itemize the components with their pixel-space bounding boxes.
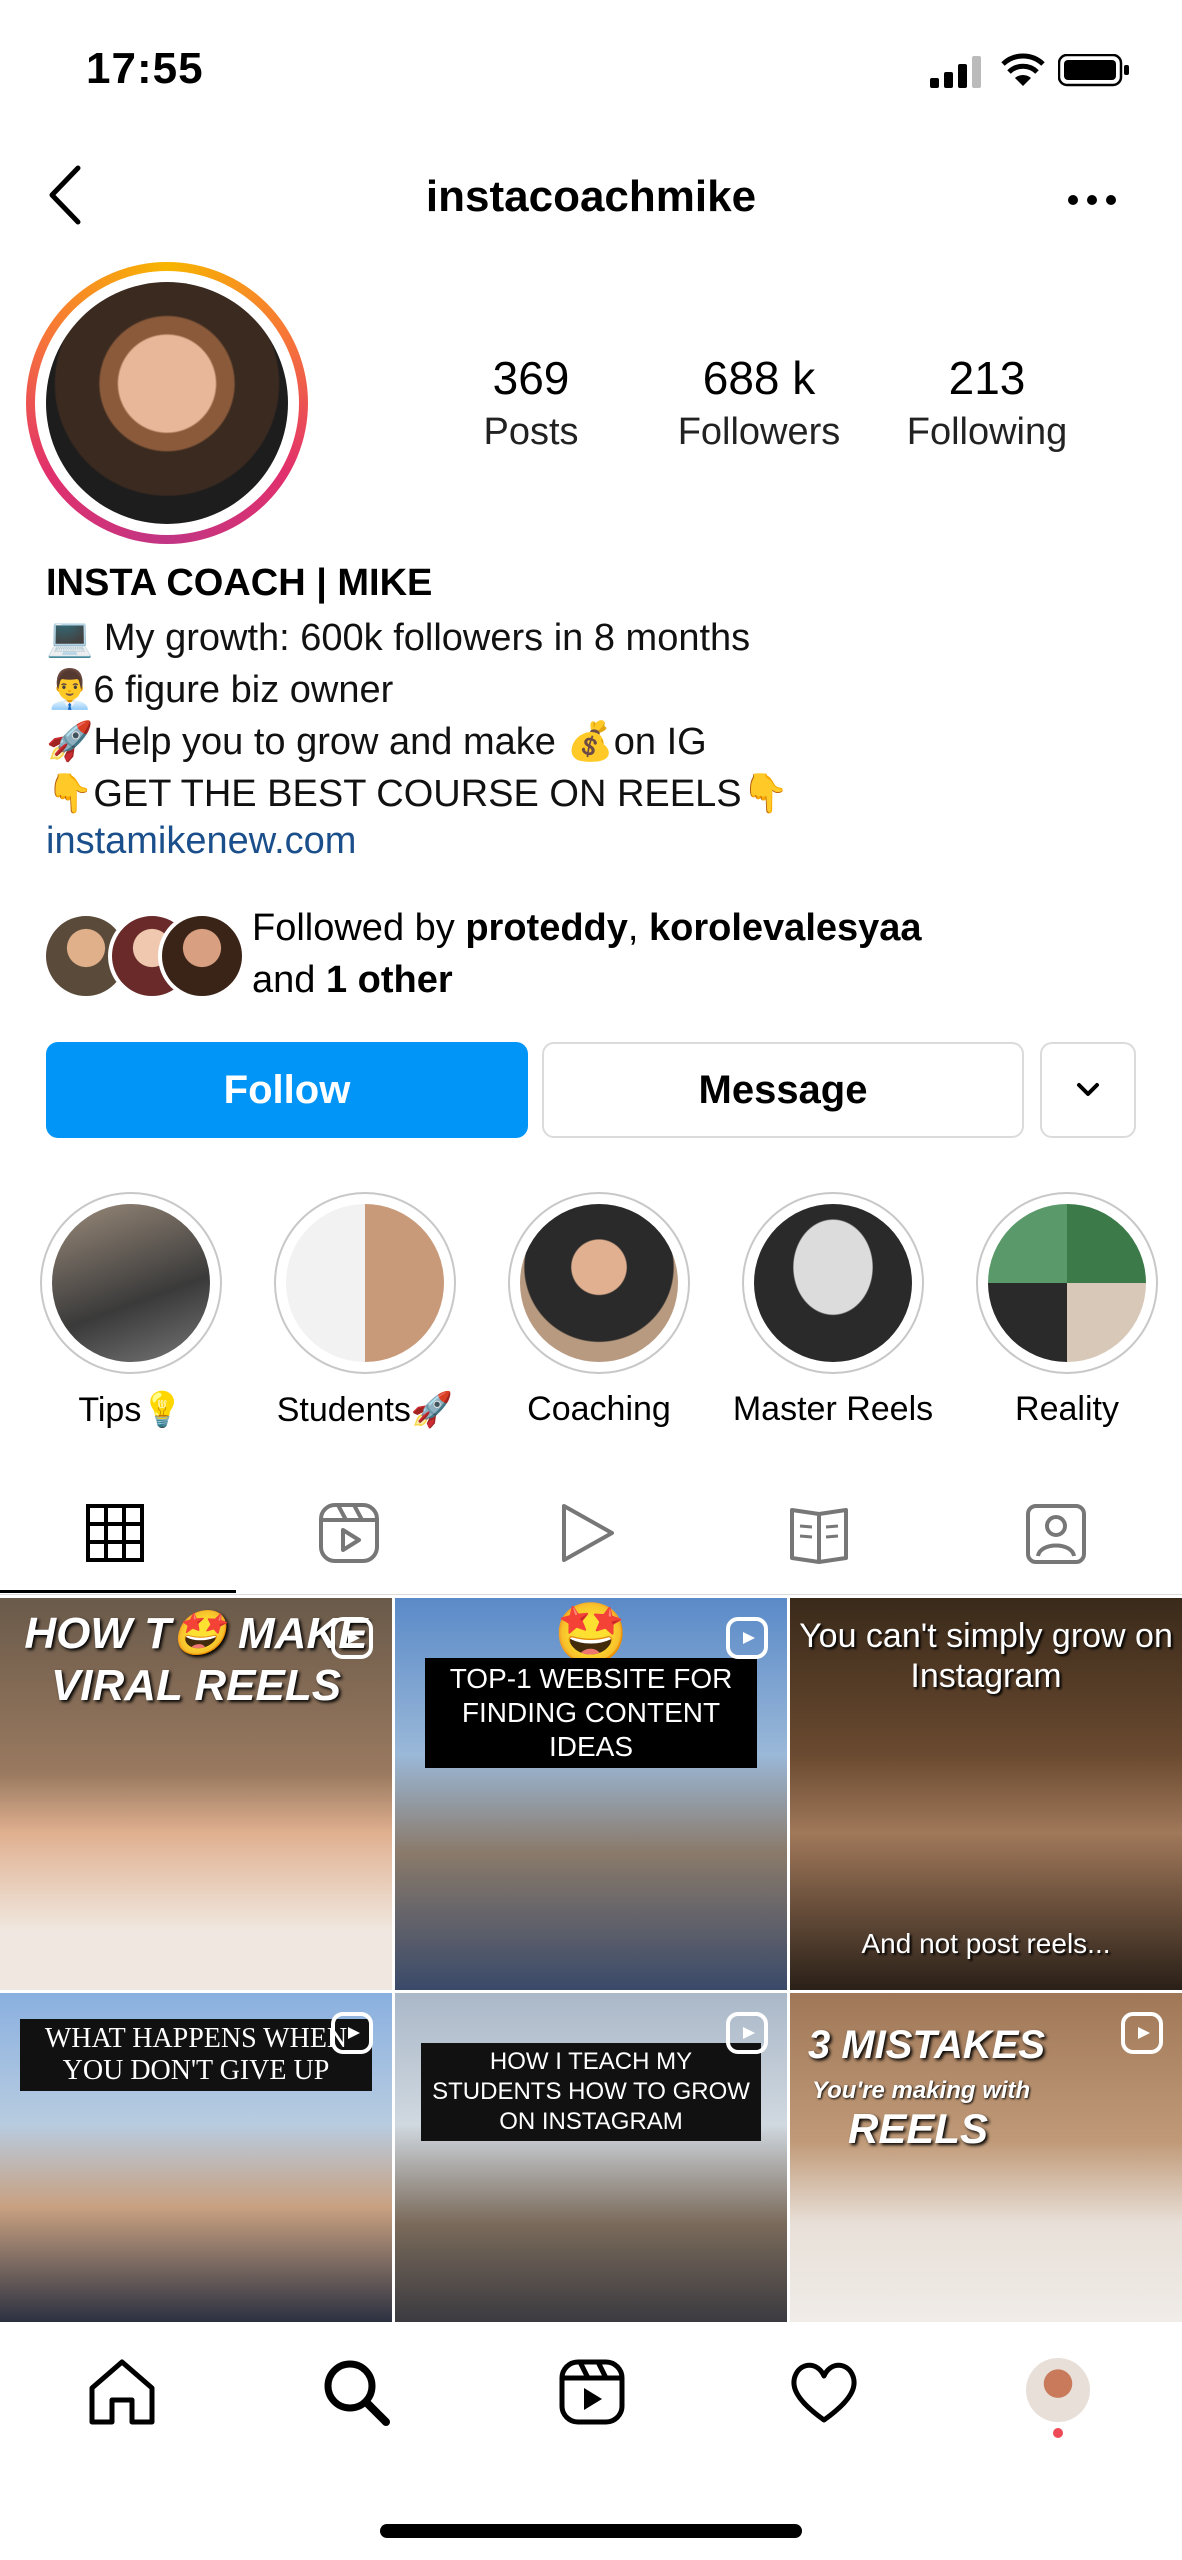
status-time: 17:55 xyxy=(86,44,204,93)
stat-value: 369 xyxy=(492,352,570,404)
nav-reels[interactable] xyxy=(554,2354,630,2430)
search-icon xyxy=(324,2360,390,2426)
post-tile[interactable]: HOW T🤩 MAKE VIRAL REELS xyxy=(0,1598,392,1990)
highlight-reality[interactable]: Reality xyxy=(974,1192,1160,1429)
nav-home[interactable] xyxy=(84,2354,160,2430)
bio-line: 🚀Help you to grow and make 💰on IG xyxy=(46,721,707,763)
followed-user[interactable]: proteddy xyxy=(465,907,628,949)
stat-label: Posts xyxy=(483,411,579,453)
reels-icon xyxy=(319,1503,379,1563)
stat-label: Following xyxy=(906,411,1068,453)
wifi-icon xyxy=(1001,53,1045,86)
stat-label: Followers xyxy=(677,411,841,453)
nav-profile[interactable] xyxy=(1020,2354,1096,2438)
tab-reels[interactable] xyxy=(316,1500,386,1566)
message-button[interactable]: Message xyxy=(542,1042,1024,1138)
highlight-cover xyxy=(988,1204,1146,1362)
post-tile[interactable]: 🤩 TOP-1 WEBSITE FOR FINDING CONTENT IDEA… xyxy=(395,1598,787,1990)
more-options-button[interactable] xyxy=(1060,178,1130,218)
highlight-cover xyxy=(286,1204,444,1362)
post-tile[interactable]: You can't simply grow on Instagram And n… xyxy=(790,1598,1182,1990)
highlight-label: Students🚀 xyxy=(276,1391,454,1429)
home-icon xyxy=(89,2359,155,2425)
highlight-label: Reality xyxy=(1015,1390,1119,1428)
tab-tagged[interactable] xyxy=(1022,1500,1092,1566)
tagged-icon xyxy=(1026,1504,1086,1564)
tab-videos[interactable] xyxy=(552,1500,622,1566)
battery-icon xyxy=(1058,54,1129,87)
guide-icon xyxy=(790,1508,848,1564)
post-tile[interactable]: HOW I TEACH MY STUDENTS HOW TO GROW ON I… xyxy=(395,1993,787,2323)
active-tab-indicator xyxy=(0,1590,236,1593)
page-title: instacoachmike xyxy=(425,172,757,221)
reel-badge-icon xyxy=(331,2012,373,2054)
separator: , xyxy=(627,907,650,949)
highlight-cover xyxy=(520,1204,678,1362)
post-caption-top: You can't simply grow on Instagram xyxy=(799,1617,1173,1695)
stat-value: 688 k xyxy=(702,352,816,404)
stat-followers[interactable]: 688 k Followers xyxy=(649,350,869,458)
followed-prefix: Followed by xyxy=(252,907,466,949)
nav-activity[interactable] xyxy=(786,2354,862,2430)
tab-divider xyxy=(0,1594,1182,1595)
follower-avatar[interactable] xyxy=(158,912,246,1000)
bio-line: 💻 My growth: 600k followers in 8 months xyxy=(46,617,751,659)
followed-other[interactable]: 1 other xyxy=(326,959,453,1001)
stat-value: 213 xyxy=(948,352,1026,404)
post-caption: TOP-1 WEBSITE FOR FINDING CONTENT IDEAS xyxy=(425,1658,757,1768)
followed-by-text[interactable]: Followed by proteddy, korolevalesyaa and… xyxy=(252,902,1152,1006)
more-horizontal-icon xyxy=(1068,195,1116,205)
bio-link[interactable]: instamikenew.com xyxy=(46,820,356,863)
post-caption-top: 3 MISTAKES xyxy=(808,2023,1046,2067)
grid-icon xyxy=(86,1504,144,1562)
highlight-label: Master Reels xyxy=(732,1390,934,1428)
play-icon xyxy=(562,1504,614,1562)
follow-button[interactable]: Follow xyxy=(46,1042,528,1138)
tab-guides[interactable] xyxy=(786,1500,856,1566)
highlight-coaching[interactable]: Coaching xyxy=(506,1192,692,1429)
highlight-tips[interactable]: Tips💡 xyxy=(38,1192,224,1430)
bio-line: 👇GET THE BEST COURSE ON REELS👇 xyxy=(46,773,789,815)
reel-badge-icon xyxy=(331,1617,373,1659)
bio-name: INSTA COACH | MIKE xyxy=(46,562,433,604)
highlight-cover xyxy=(52,1204,210,1362)
post-tile[interactable]: WHAT HAPPENS WHEN YOU DON'T GIVE UP xyxy=(0,1993,392,2323)
highlight-label: Coaching xyxy=(527,1390,671,1428)
highlight-cover xyxy=(754,1204,912,1362)
notification-dot xyxy=(1053,2428,1063,2438)
profile-icon xyxy=(1026,2358,1090,2422)
avatar-photo xyxy=(46,282,288,524)
heart-icon xyxy=(791,2362,857,2423)
followed-user[interactable]: korolevalesyaa xyxy=(649,907,922,949)
stat-following[interactable]: 213 Following xyxy=(877,350,1097,458)
reel-badge-icon xyxy=(1121,2012,1163,2054)
post-caption: WHAT HAPPENS WHEN YOU DON'T GIVE UP xyxy=(20,2019,372,2091)
nav-search[interactable] xyxy=(318,2354,394,2430)
home-indicator xyxy=(380,2524,802,2538)
suggested-dropdown-button[interactable] xyxy=(1040,1042,1136,1138)
reels-icon xyxy=(559,2359,625,2425)
profile-avatar[interactable] xyxy=(26,262,308,544)
followed-and: and xyxy=(252,959,326,1001)
stat-posts[interactable]: 369 Posts xyxy=(421,350,641,458)
post-tile[interactable]: 3 MISTAKES You're making with REELS xyxy=(790,1993,1182,2323)
highlight-students[interactable]: Students🚀 xyxy=(272,1192,458,1430)
bio-line: 👨‍💼6 figure biz owner xyxy=(46,669,394,711)
signal-icon xyxy=(930,56,981,88)
chevron-down-icon xyxy=(1077,1083,1099,1096)
tab-grid[interactable] xyxy=(82,1500,152,1566)
post-caption-bottom: And not post reels... xyxy=(861,1928,1111,1959)
post-caption: HOW I TEACH MY STUDENTS HOW TO GROW ON I… xyxy=(421,2043,761,2141)
post-caption-bottom: REELS xyxy=(848,2105,989,2152)
reel-badge-icon xyxy=(726,2012,768,2054)
post-caption-mid: You're making with xyxy=(812,2077,1031,2104)
highlight-master-reels[interactable]: Master Reels xyxy=(733,1192,933,1429)
highlight-label: Tips💡 xyxy=(78,1391,184,1429)
reel-badge-icon xyxy=(726,1617,768,1659)
